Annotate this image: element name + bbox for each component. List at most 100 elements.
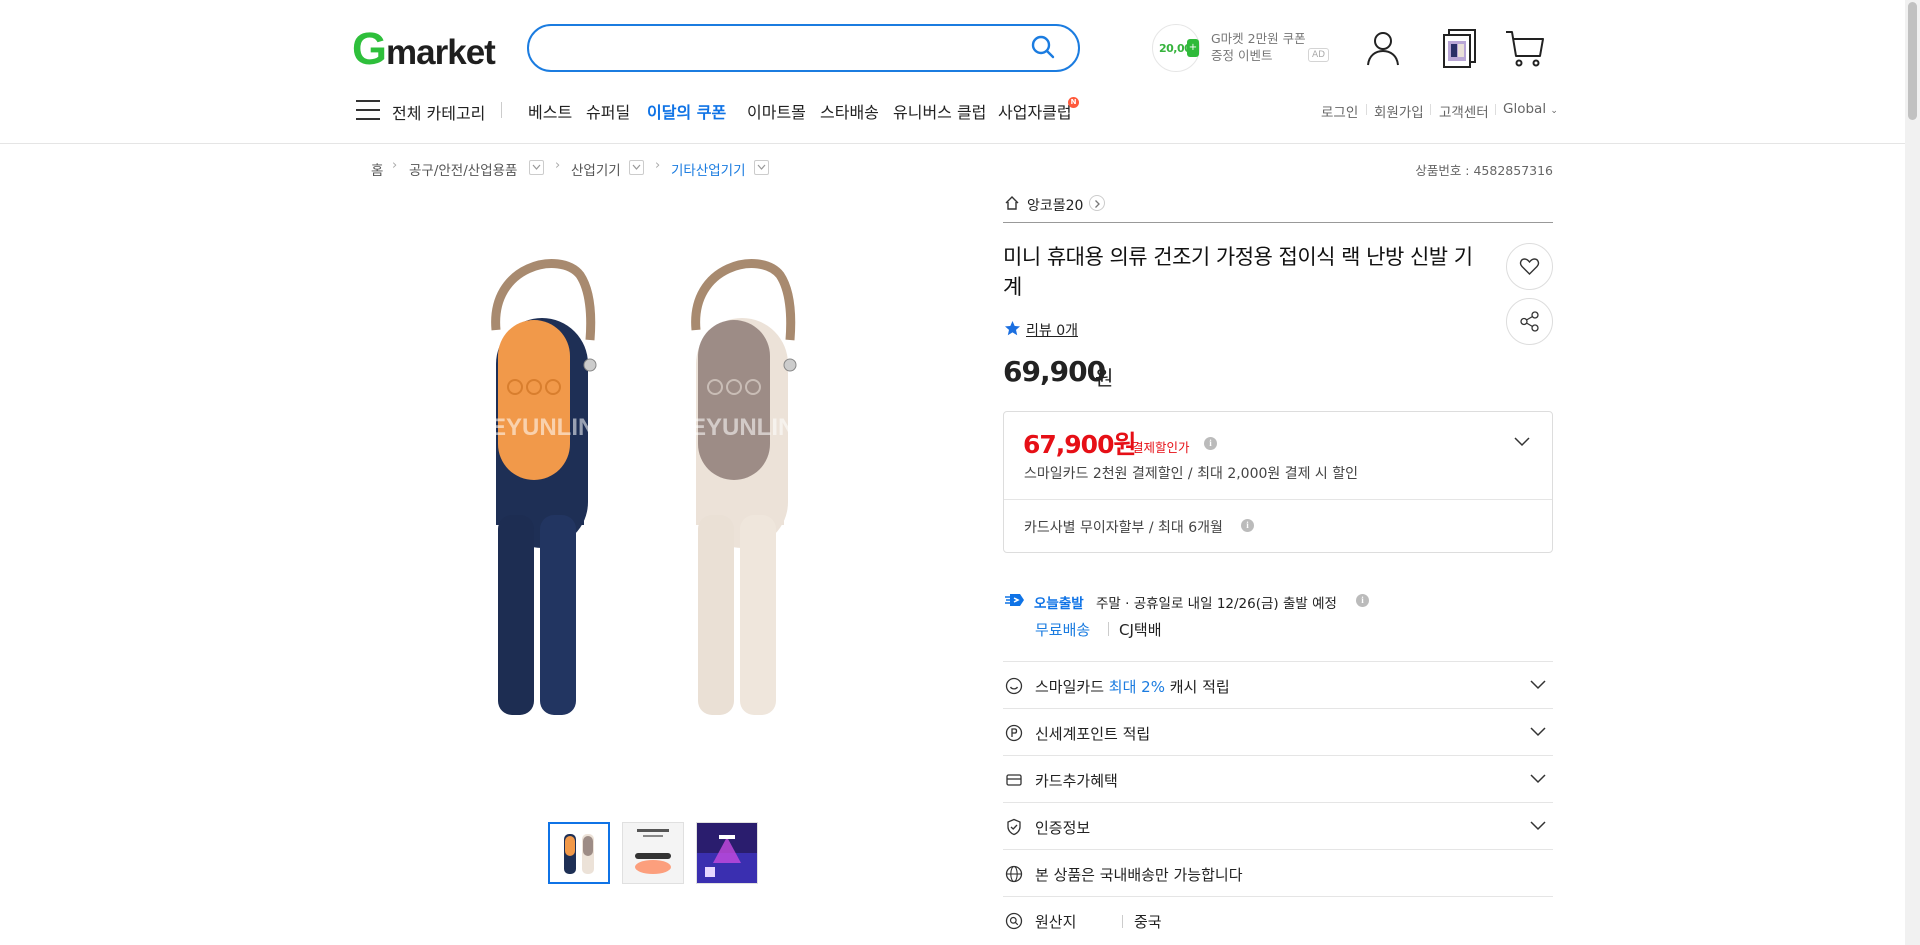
row-label: 인증정보: [1035, 819, 1091, 837]
original-price: 69,900: [1003, 355, 1106, 388]
info-icon[interactable]: i: [1356, 594, 1369, 607]
ad-tag: AD: [1308, 48, 1330, 62]
chevron-down-icon: [632, 164, 641, 170]
product-title: 미니 휴대용 의류 건조기 가정용 접이식 랙 난방 신발 기계: [1003, 245, 1473, 299]
shield-check-icon: [1007, 818, 1021, 836]
util-divider: [1430, 104, 1431, 115]
chevron-right-icon: ›: [555, 158, 561, 173]
certification-row[interactable]: 인증정보: [1003, 802, 1553, 849]
shinsegae-point-row[interactable]: 신세계포인트 적립: [1003, 708, 1553, 755]
point-icon: [1005, 724, 1023, 742]
thumbnail-1[interactable]: [548, 822, 610, 884]
signup-link[interactable]: 회원가입: [1374, 101, 1424, 121]
chevron-down-icon: [1530, 727, 1546, 737]
chevron-right-icon: ›: [392, 158, 398, 173]
wishlist-button[interactable]: [1506, 243, 1553, 290]
breadcrumb-dropdown[interactable]: [529, 160, 544, 175]
smile-icon: [1005, 677, 1023, 695]
nav-emart-mall[interactable]: 이마트몰: [747, 99, 806, 123]
courier-name: CJ택배: [1119, 621, 1162, 639]
fast-delivery-icon: [1005, 594, 1024, 606]
discount-divider: [1004, 499, 1552, 500]
chevron-right-icon: ›: [655, 158, 661, 173]
row-label: 스마일카드 최대 2% 캐시 적립: [1035, 678, 1230, 696]
breadcrumb-home[interactable]: 홈: [371, 159, 383, 179]
free-shipping: 무료배송: [1035, 621, 1091, 639]
today-shipping-label: 오늘출발: [1034, 596, 1084, 612]
chevron-down-icon: ⌄: [1550, 106, 1558, 116]
star-icon: [1005, 321, 1020, 336]
seller-link-button[interactable]: [1089, 195, 1105, 211]
thumbnail-image: [550, 824, 608, 882]
nav-business-club[interactable]: 사업자클럽: [998, 99, 1072, 123]
thumbnail-3[interactable]: [696, 822, 758, 884]
home-icon: [1005, 196, 1019, 210]
thumbnail-2[interactable]: [622, 822, 684, 884]
discount-price: 67,900원: [1023, 430, 1136, 459]
info-icon[interactable]: i: [1241, 519, 1254, 532]
chevron-right-icon: [1095, 200, 1100, 208]
row-label: 신세계포인트 적립: [1035, 725, 1151, 743]
new-badge: N: [1068, 97, 1079, 108]
recent-items-icon[interactable]: [1440, 28, 1480, 68]
row-label: 본 상품은 국내배송만 가능합니다: [1035, 866, 1243, 884]
login-link[interactable]: 로그인: [1321, 101, 1358, 121]
nav-superdeal[interactable]: 슈퍼딜: [586, 99, 630, 123]
nav-star-delivery[interactable]: 스타배송: [820, 99, 879, 123]
ad-coupon-badge[interactable]: 20,000 +: [1152, 24, 1200, 72]
review-link[interactable]: 리뷰 0개: [1026, 320, 1078, 340]
my-page-icon[interactable]: [1363, 28, 1403, 68]
scrollbar-track[interactable]: [1905, 0, 1920, 945]
product-number: 상품번호 : 4582857316: [1415, 163, 1553, 178]
nav-best[interactable]: 베스트: [528, 99, 572, 123]
util-divider: [1366, 104, 1367, 115]
credit-card-icon: [1006, 774, 1022, 786]
seller-divider: [1003, 222, 1553, 223]
discount-description: 스마일카드 2천원 결제할인 / 최대 2,000원 결제 시 할인: [1024, 466, 1359, 482]
share-button[interactable]: [1506, 298, 1553, 345]
share-icon: [1520, 311, 1539, 332]
search-input[interactable]: [527, 24, 1080, 72]
chevron-down-icon: [1530, 774, 1546, 784]
chevron-down-icon: [1530, 680, 1546, 690]
cart-icon[interactable]: [1505, 28, 1545, 68]
nav-universe-club[interactable]: 유니버스 클럽: [893, 99, 986, 123]
row-label: 카드추가혜택: [1035, 772, 1118, 790]
chevron-down-icon: [757, 164, 766, 170]
chevron-down-icon: [1530, 821, 1546, 831]
row-label: 원산지: [1035, 913, 1077, 931]
domestic-shipping-row: 본 상품은 국내배송만 가능합니다: [1003, 849, 1553, 896]
discount-label: 결제할인가: [1132, 440, 1190, 455]
breadcrumb-dropdown[interactable]: [629, 160, 644, 175]
global-dropdown[interactable]: Global ⌄: [1503, 101, 1558, 117]
origin-value: 중국: [1134, 913, 1162, 931]
gmarket-logo[interactable]: Gmarket: [352, 26, 496, 76]
ad-coupon-text[interactable]: G마켓 2만원 쿠폰 증정 이벤트: [1211, 30, 1306, 64]
currency-unit: 원: [1095, 366, 1114, 390]
card-benefit-row[interactable]: 카드추가혜택: [1003, 755, 1553, 802]
nav-divider: [501, 102, 502, 118]
nav-monthly-coupon[interactable]: 이달의 쿠폰: [647, 99, 726, 123]
breadcrumb-current[interactable]: 기타산업기기: [671, 159, 746, 179]
all-categories-button[interactable]: 전체 카테고리: [392, 100, 485, 124]
heart-icon: [1519, 258, 1540, 275]
chevron-down-icon[interactable]: [1512, 432, 1532, 452]
seller-name[interactable]: 앙코몰20: [1027, 195, 1083, 215]
origin-row: 원산지 중국: [1003, 896, 1553, 943]
breadcrumb-dropdown[interactable]: [754, 160, 769, 175]
breadcrumb-tools[interactable]: 공구/안전/산업용품: [409, 159, 517, 179]
search-icon[interactable]: [1030, 34, 1056, 60]
info-icon[interactable]: i: [1204, 437, 1217, 450]
thumbnail-image: [623, 823, 683, 883]
smile-card-cashback-row[interactable]: 스마일카드 최대 2% 캐시 적립: [1003, 661, 1553, 708]
customer-center-link[interactable]: 고객센터: [1439, 101, 1489, 121]
search-circle-icon: [1005, 912, 1023, 930]
image-watermark: EYUNLINU: [690, 414, 813, 441]
breadcrumb-industrial[interactable]: 산업기기: [571, 159, 621, 179]
menu-icon[interactable]: [355, 99, 381, 121]
installment-info: 카드사별 무이자할부 / 최대 6개월: [1024, 520, 1223, 536]
scrollbar-thumb[interactable]: [1908, 2, 1917, 120]
shipping-description: 주말 · 공휴일로 내일 12/26(금) 출발 예정: [1096, 596, 1337, 612]
shipping-divider: [1108, 622, 1109, 636]
product-main-image[interactable]: EYUNLINU EYUNLINU: [440, 245, 840, 735]
